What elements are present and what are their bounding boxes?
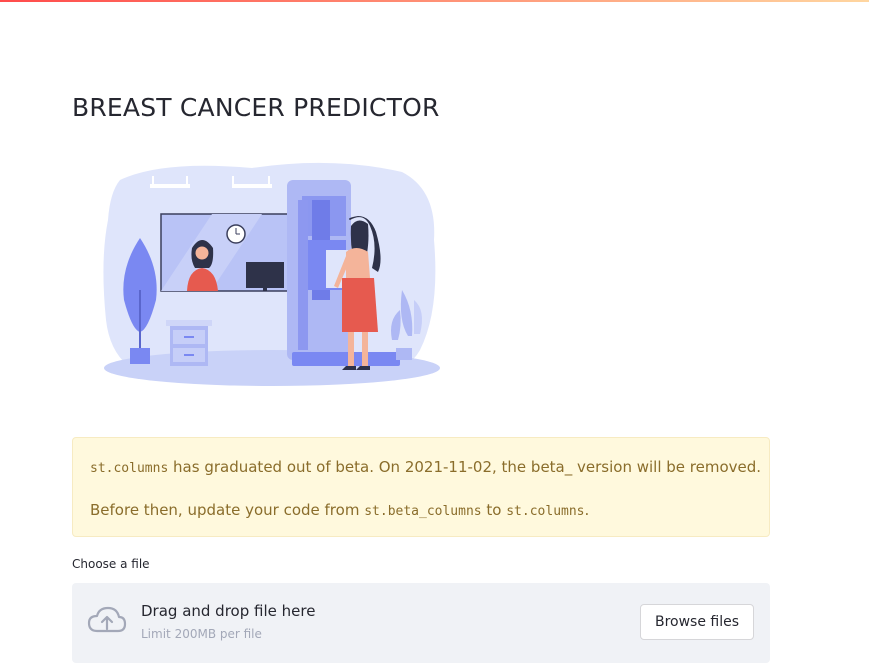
alert-line-2-prefix: Before then, update your code from: [90, 501, 365, 519]
hero-illustration: [102, 160, 442, 390]
alert-code-beta-columns: st.beta_columns: [364, 504, 482, 519]
browse-files-button[interactable]: Browse files: [640, 604, 754, 640]
alert-line-1-text: has graduated out of beta. On 2021-11-02…: [168, 458, 762, 476]
alert-code-st-columns: st.columns: [90, 461, 169, 476]
alert-line-2: Before then, update your code from st.be…: [90, 500, 752, 522]
header-decoration-bar: [0, 0, 869, 2]
page-title: BREAST CANCER PREDICTOR: [72, 93, 440, 122]
alert-line-1: st.columns has graduated out of beta. On…: [90, 457, 761, 479]
file-uploader-label: Choose a file: [72, 557, 150, 571]
dropzone-limit-text: Limit 200MB per file: [141, 627, 262, 641]
deprecation-warning-alert: st.columns has graduated out of beta. On…: [72, 437, 770, 537]
dropzone-title: Drag and drop file here: [141, 602, 316, 620]
alert-code-st-columns-new: st.columns: [506, 504, 585, 519]
alert-line-2-middle: to: [481, 501, 507, 519]
alert-line-2-suffix: .: [584, 501, 590, 519]
cloud-upload-icon: [87, 606, 127, 633]
file-dropzone[interactable]: Drag and drop file here Limit 200MB per …: [72, 583, 770, 663]
